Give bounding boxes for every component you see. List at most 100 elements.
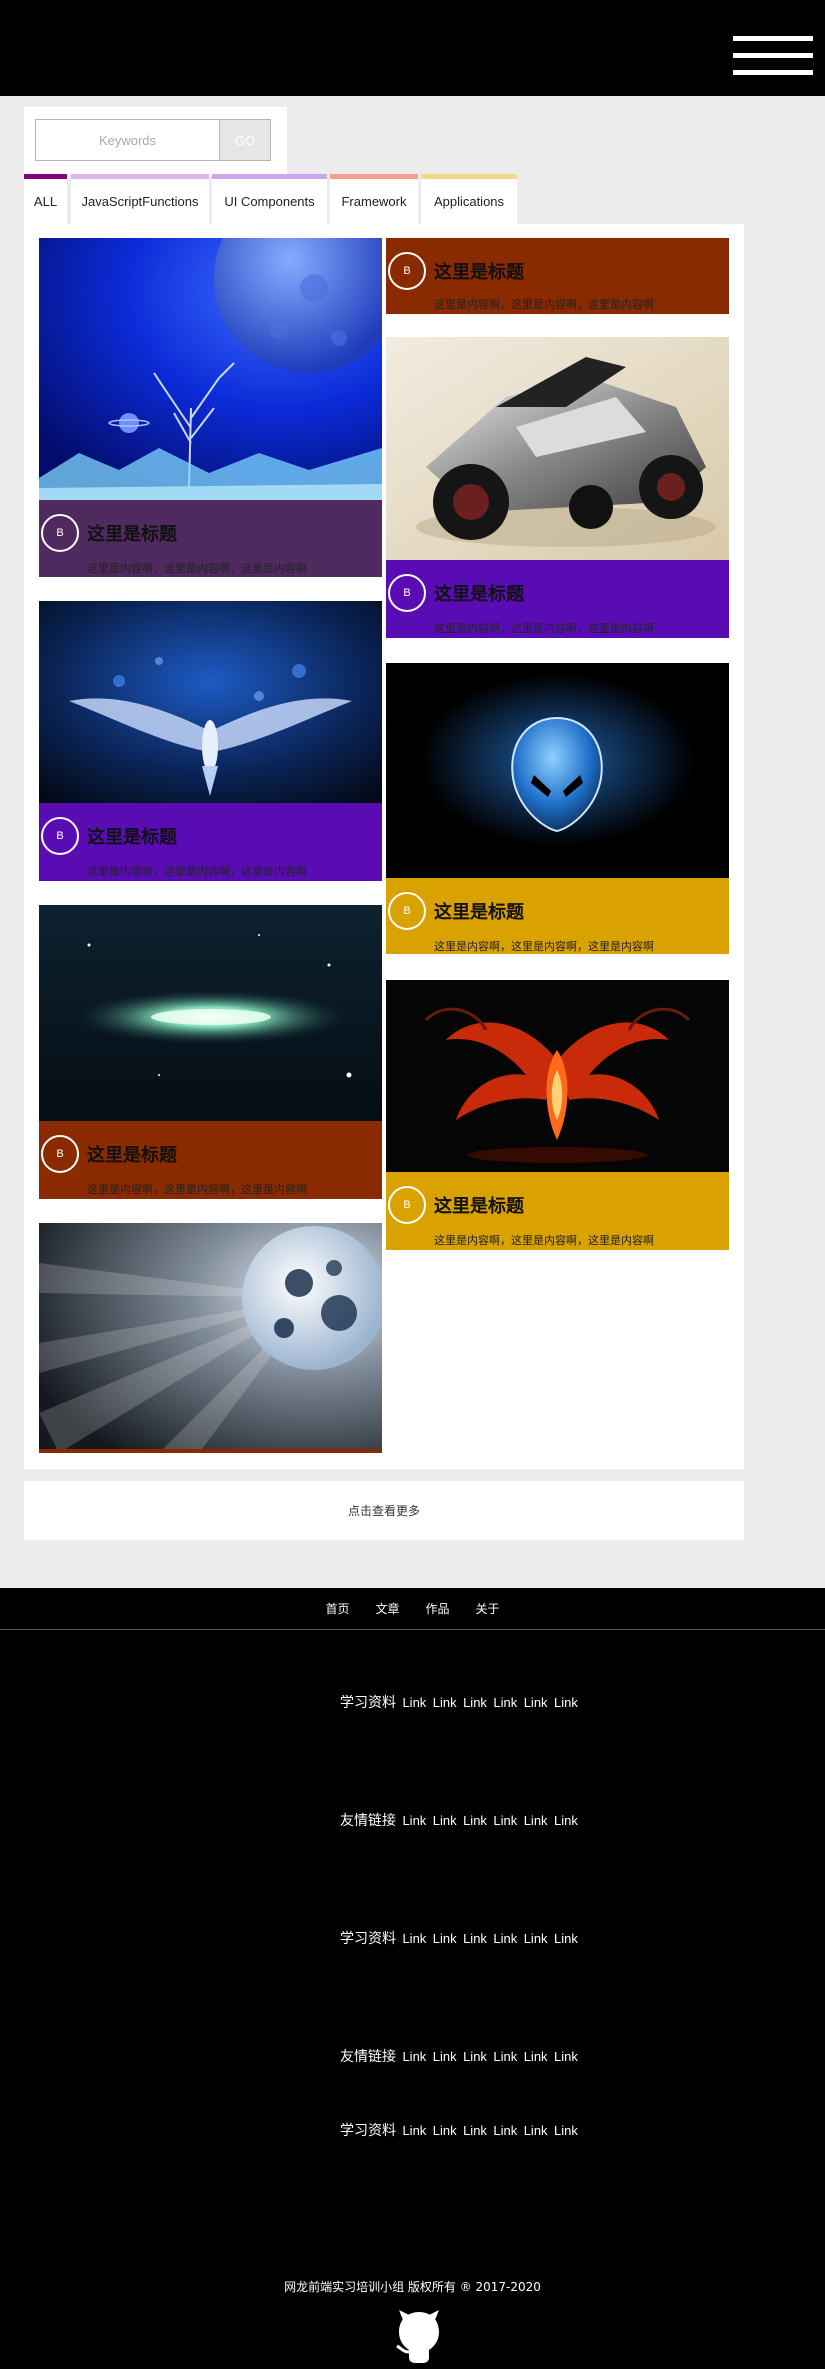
footer-link-row: 学习资料 Link Link Link Link Link Link bbox=[340, 2120, 578, 2140]
search-go-button[interactable]: GO bbox=[219, 119, 271, 161]
footer-link[interactable]: Link bbox=[463, 1931, 487, 1946]
footer-link[interactable]: Link bbox=[433, 1931, 457, 1946]
card-badge: B bbox=[388, 1186, 426, 1224]
card-badge: B bbox=[388, 252, 426, 290]
card-info: B 这里是标题 这里是内容啊，这里是内容啊，这里是内容啊 bbox=[386, 560, 729, 638]
footer-link[interactable]: Link bbox=[463, 1695, 487, 1710]
card-title: 这里是标题 bbox=[434, 902, 524, 923]
footer-link[interactable]: Link bbox=[554, 1695, 578, 1710]
footer-link[interactable]: Link bbox=[402, 1813, 426, 1828]
footer-link[interactable]: Link bbox=[493, 1813, 517, 1828]
card-title: 这里是标题 bbox=[87, 827, 177, 848]
card-title: 这里是标题 bbox=[434, 262, 524, 283]
footer-link-row: 学习资料 Link Link Link Link Link Link bbox=[340, 1692, 578, 1712]
card-item[interactable]: B 这里是标题 这里是内容啊，这里是内容啊，这里是内容啊 bbox=[386, 663, 729, 954]
footer-link[interactable]: Link bbox=[554, 2049, 578, 2064]
card-badge: B bbox=[41, 514, 79, 552]
footer-link[interactable]: Link bbox=[433, 2123, 457, 2138]
card-image-red-dragon bbox=[386, 980, 729, 1172]
card-badge: B bbox=[41, 1135, 79, 1173]
footer-link[interactable]: Link bbox=[524, 1695, 548, 1710]
card-description: 这里是内容啊，这里是内容啊，这里是内容啊 bbox=[434, 1234, 654, 1247]
card-info: B 这里是标题 这里是内容啊，这里是内容啊，这里是内容啊 bbox=[39, 803, 382, 881]
footer-link[interactable]: Link bbox=[463, 2123, 487, 2138]
card-info: B 这里是标题 这里是内容啊，这里是内容啊，这里是内容啊 bbox=[386, 878, 729, 954]
footer-nav: 首页 文章 作品 关于 bbox=[0, 1588, 825, 1630]
card-item[interactable]: B 这里是标题 这里是内容啊，这里是内容啊，这里是内容啊 bbox=[386, 980, 729, 1250]
card-title: 这里是标题 bbox=[434, 584, 524, 605]
load-more-button[interactable]: 点击查看更多 bbox=[24, 1481, 744, 1540]
card-description: 这里是内容啊，这里是内容啊，这里是内容啊 bbox=[87, 865, 307, 878]
card-title: 这里是标题 bbox=[87, 1145, 177, 1166]
hamburger-menu-icon[interactable] bbox=[733, 36, 813, 80]
top-navbar bbox=[0, 0, 825, 96]
card-item[interactable] bbox=[39, 1223, 382, 1453]
copyright-text: 网龙前端实习培训小组 版权所有 ® 2017-2020 bbox=[284, 2280, 541, 2294]
footer-link[interactable]: Link bbox=[524, 2049, 548, 2064]
card-description: 这里是内容啊，这里是内容啊，这里是内容啊 bbox=[434, 622, 654, 635]
footer-nav-about[interactable]: 关于 bbox=[476, 1600, 500, 1617]
card-description: 这里是内容啊，这里是内容啊，这里是内容啊 bbox=[434, 298, 654, 311]
footer-link[interactable]: Link bbox=[402, 2123, 426, 2138]
card-image-alien-head bbox=[386, 663, 729, 878]
card-description: 这里是内容啊，这里是内容啊，这里是内容啊 bbox=[87, 1183, 307, 1196]
card-info: B 这里是标题 这里是内容啊，这里是内容啊，这里是内容啊 bbox=[386, 238, 729, 314]
footer-link[interactable]: Link bbox=[402, 1931, 426, 1946]
tab-applications[interactable]: Applications bbox=[421, 174, 517, 224]
tab-ui-components[interactable]: UI Components bbox=[212, 174, 327, 224]
footer-row-label: 友情链接 bbox=[340, 2049, 396, 2065]
card-badge: B bbox=[388, 574, 426, 612]
search-box: GO bbox=[24, 107, 287, 175]
footer-link-row: 友情链接 Link Link Link Link Link Link bbox=[340, 2046, 578, 2066]
tab-all[interactable]: ALL bbox=[24, 174, 67, 224]
footer-link[interactable]: Link bbox=[463, 1813, 487, 1828]
footer-link[interactable]: Link bbox=[554, 2123, 578, 2138]
card-title: 这里是标题 bbox=[434, 1196, 524, 1217]
footer-link[interactable]: Link bbox=[402, 2049, 426, 2064]
footer-nav-articles[interactable]: 文章 bbox=[375, 1600, 399, 1617]
footer-link[interactable]: Link bbox=[493, 2123, 517, 2138]
footer-row-label: 友情链接 bbox=[340, 1813, 396, 1829]
card-badge: B bbox=[41, 817, 79, 855]
tab-javascript-functions[interactable]: JavaScriptFunctions bbox=[71, 174, 209, 224]
footer-nav-works[interactable]: 作品 bbox=[426, 1600, 450, 1617]
card-image-winged-emblem bbox=[39, 601, 382, 803]
card-item[interactable]: B 这里是标题 这里是内容啊，这里是内容啊，这里是内容啊 bbox=[39, 905, 382, 1199]
card-image-moon-tree bbox=[39, 238, 382, 500]
footer-link[interactable]: Link bbox=[554, 1931, 578, 1946]
footer-link[interactable]: Link bbox=[524, 1813, 548, 1828]
tab-framework[interactable]: Framework bbox=[330, 174, 418, 224]
card-image-galaxy bbox=[39, 905, 382, 1121]
card-title: 这里是标题 bbox=[87, 524, 177, 545]
search-input[interactable] bbox=[35, 119, 219, 161]
card-grid-panel: B 这里是标题 这里是内容啊，这里是内容啊，这里是内容啊 B 这里是标题 这里是… bbox=[24, 224, 744, 1469]
footer-link-row: 学习资料 Link Link Link Link Link Link bbox=[340, 1928, 578, 1948]
card-item[interactable]: B 这里是标题 这里是内容啊，这里是内容啊，这里是内容啊 bbox=[386, 337, 729, 638]
footer-link[interactable]: Link bbox=[433, 2049, 457, 2064]
footer-link[interactable]: Link bbox=[463, 2049, 487, 2064]
footer-link[interactable]: Link bbox=[524, 1931, 548, 1946]
footer-row-label: 学习资料 bbox=[340, 1931, 396, 1947]
footer-link[interactable]: Link bbox=[554, 1813, 578, 1828]
footer-link[interactable]: Link bbox=[433, 1813, 457, 1828]
card-image-futuristic-vehicle bbox=[386, 337, 729, 560]
github-octocat-icon[interactable] bbox=[389, 2306, 449, 2366]
footer-link[interactable]: Link bbox=[524, 2123, 548, 2138]
card-image-burst-planet bbox=[39, 1223, 382, 1453]
footer-link[interactable]: Link bbox=[493, 1931, 517, 1946]
footer-link[interactable]: Link bbox=[433, 1695, 457, 1710]
footer-link[interactable]: Link bbox=[402, 1695, 426, 1710]
card-info: B 这里是标题 这里是内容啊，这里是内容啊，这里是内容啊 bbox=[39, 500, 382, 577]
card-description: 这里是内容啊，这里是内容啊，这里是内容啊 bbox=[87, 562, 307, 575]
footer-link[interactable]: Link bbox=[493, 2049, 517, 2064]
footer-link-row: 友情链接 Link Link Link Link Link Link bbox=[340, 1810, 578, 1830]
card-item[interactable]: B 这里是标题 这里是内容啊，这里是内容啊，这里是内容啊 bbox=[386, 238, 729, 314]
footer-row-label: 学习资料 bbox=[340, 2123, 396, 2139]
card-badge: B bbox=[388, 892, 426, 930]
footer-link[interactable]: Link bbox=[493, 1695, 517, 1710]
card-info: B 这里是标题 这里是内容啊，这里是内容啊，这里是内容啊 bbox=[386, 1172, 729, 1250]
card-item[interactable]: B 这里是标题 这里是内容啊，这里是内容啊，这里是内容啊 bbox=[39, 601, 382, 881]
footer-nav-home[interactable]: 首页 bbox=[325, 1600, 349, 1617]
card-item[interactable]: B 这里是标题 这里是内容啊，这里是内容啊，这里是内容啊 bbox=[39, 238, 382, 577]
footer: 首页 文章 作品 关于 学习资料 Link Link Link Link Lin… bbox=[0, 1588, 825, 2369]
